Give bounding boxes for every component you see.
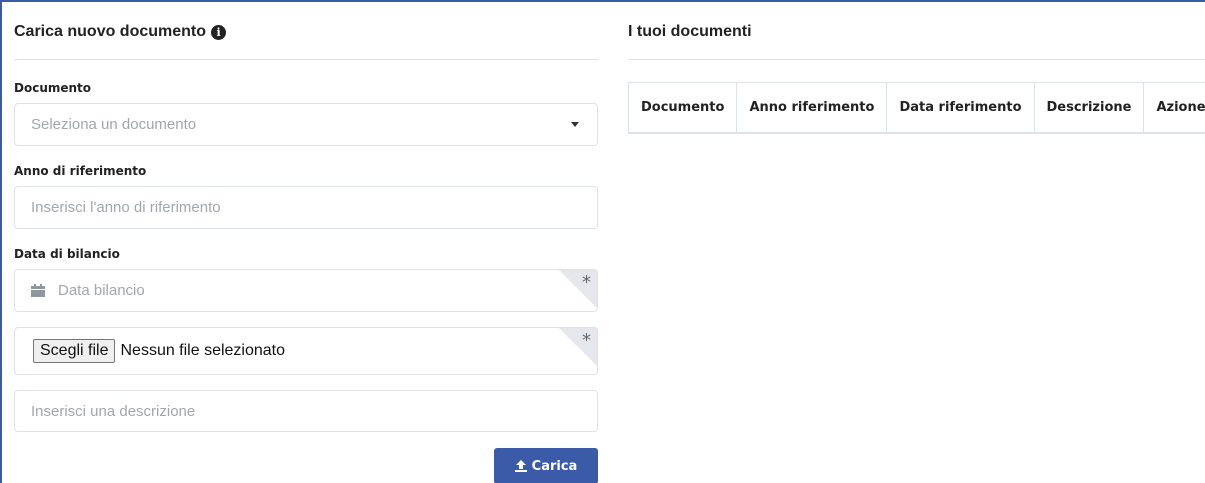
table-header-row: Documento Anno riferimento Data riferime… [627, 82, 1205, 134]
year-label: Anno di riferimento [14, 164, 147, 178]
choose-file-button[interactable]: Scegli file [33, 339, 116, 363]
column-header-year[interactable]: Anno riferimento [736, 82, 887, 134]
balance-date-placeholder: Data bilancio [58, 282, 145, 299]
description-input[interactable]: Inserisci una descrizione [14, 390, 598, 432]
documents-table: Documento Anno riferimento Data riferime… [627, 82, 1205, 134]
upload-icon [514, 460, 527, 472]
caret-down-icon [571, 122, 579, 127]
documents-panel: I tuoi documenti Documento Anno riferime… [627, 0, 1205, 134]
calendar-icon [31, 284, 45, 297]
document-select[interactable]: Seleziona un documento [14, 103, 598, 146]
upload-panel: Carica nuovo documento i Documento Selez… [14, 0, 598, 483]
column-header-description[interactable]: Descrizione [1033, 82, 1144, 134]
year-input[interactable]: Inserisci l'anno di riferimento [14, 186, 598, 229]
upload-panel-header: Carica nuovo documento i [14, 0, 598, 60]
column-header-date[interactable]: Data riferimento [886, 82, 1034, 134]
upload-button-label: Carica [531, 458, 578, 474]
info-circle-icon[interactable]: i [211, 25, 227, 40]
year-input-placeholder: Inserisci l'anno di riferimento [31, 199, 221, 216]
required-asterisk-icon: * [582, 330, 591, 351]
required-asterisk-icon: * [582, 272, 591, 293]
balance-date-label: Data di bilancio [14, 247, 120, 261]
document-select-placeholder: Seleziona un documento [31, 116, 197, 133]
column-header-action[interactable]: Azione [1143, 82, 1205, 134]
balance-date-input[interactable]: Data bilancio * [14, 269, 598, 312]
upload-panel-title: Carica nuovo documento [14, 22, 207, 40]
required-corner [558, 270, 597, 309]
file-input[interactable]: Scegli file Nessun file selezionato * [14, 327, 598, 375]
document-label: Documento [14, 81, 92, 95]
file-status-text: Nessun file selezionato [120, 342, 286, 359]
column-header-document[interactable]: Documento [627, 82, 737, 134]
upload-button[interactable]: Carica [494, 448, 598, 483]
required-corner [558, 328, 597, 367]
documents-panel-title: I tuoi documenti [628, 22, 752, 40]
documents-panel-header: I tuoi documenti [628, 0, 1205, 60]
description-input-placeholder: Inserisci una descrizione [31, 402, 196, 420]
